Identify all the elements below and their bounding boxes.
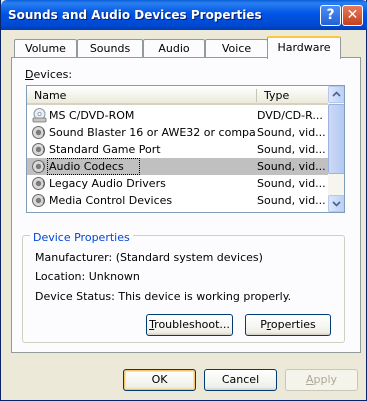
troubleshoot-button[interactable]: Troubleshoot... bbox=[146, 314, 233, 336]
column-header-name[interactable]: Name bbox=[27, 86, 257, 105]
device-name: Legacy Audio Drivers bbox=[49, 177, 166, 190]
device-row[interactable]: MS C/DVD-ROM DVD/CD-R... bbox=[27, 107, 328, 124]
device-name: Media Control Devices bbox=[49, 194, 173, 207]
cancel-button[interactable]: Cancel bbox=[204, 369, 277, 391]
device-status-text: Device Status: This device is working pr… bbox=[35, 290, 292, 303]
device-name: MS C/DVD-ROM bbox=[49, 109, 135, 122]
properties-button[interactable]: Properties bbox=[245, 314, 331, 336]
chevron-up-icon bbox=[332, 91, 341, 97]
tab-sounds[interactable]: Sounds bbox=[77, 39, 143, 58]
scroll-down-button[interactable] bbox=[328, 195, 344, 212]
title-bar[interactable]: Sounds and Audio Devices Properties ? ✕ bbox=[1, 0, 367, 30]
hardware-panel: Devices: Name Type MS C/DVD-ROM DVD/CD-R… bbox=[11, 57, 361, 353]
device-type: Sound, vid... bbox=[257, 143, 326, 156]
tab-strip: Volume Sounds Audio Voice Hardware bbox=[1, 36, 367, 59]
device-type: Sound, vid... bbox=[257, 160, 326, 173]
help-button[interactable]: ? bbox=[320, 5, 341, 26]
window-title: Sounds and Audio Devices Properties bbox=[8, 8, 262, 22]
device-type: Sound, vid... bbox=[257, 126, 326, 139]
devices-list[interactable]: Name Type MS C/DVD-ROM DVD/CD-R... Sound… bbox=[26, 85, 345, 213]
tab-voice[interactable]: Voice bbox=[205, 39, 268, 58]
ok-button[interactable]: OK bbox=[123, 369, 196, 391]
column-header-type[interactable]: Type bbox=[257, 86, 328, 105]
location-text: Location: Unknown bbox=[35, 270, 140, 283]
speaker-icon bbox=[32, 160, 45, 173]
device-row[interactable]: Sound Blaster 16 or AWE32 or compatib...… bbox=[27, 124, 328, 141]
list-header: Name Type bbox=[27, 86, 328, 105]
apply-button[interactable]: Apply bbox=[285, 369, 358, 391]
device-properties-title: Device Properties bbox=[30, 231, 133, 244]
speaker-icon bbox=[32, 194, 45, 207]
chevron-down-icon bbox=[332, 201, 341, 207]
device-type: Sound, vid... bbox=[257, 177, 326, 190]
close-button[interactable]: ✕ bbox=[342, 5, 363, 26]
device-name: Audio Codecs bbox=[49, 160, 124, 173]
tab-volume[interactable]: Volume bbox=[14, 39, 77, 58]
speaker-icon bbox=[32, 143, 45, 156]
device-name: Sound Blaster 16 or AWE32 or compatib... bbox=[49, 126, 255, 139]
manufacturer-text: Manufacturer: (Standard system devices) bbox=[35, 251, 263, 264]
scroll-thumb[interactable] bbox=[328, 104, 344, 174]
properties-dialog: Sounds and Audio Devices Properties ? ✕ … bbox=[0, 0, 367, 401]
vertical-scrollbar[interactable] bbox=[328, 86, 344, 212]
tab-audio[interactable]: Audio bbox=[143, 39, 205, 58]
tab-hardware[interactable]: Hardware bbox=[267, 36, 341, 59]
speaker-icon bbox=[32, 126, 45, 139]
scroll-up-button[interactable] bbox=[328, 86, 344, 103]
device-type: Sound, vid... bbox=[257, 194, 326, 207]
device-row-selected[interactable]: Audio Codecs Sound, vid... bbox=[27, 158, 328, 175]
device-row[interactable]: Standard Game Port Sound, vid... bbox=[27, 141, 328, 158]
devices-label: Devices: bbox=[25, 68, 73, 81]
cd-drive-icon bbox=[32, 108, 47, 123]
device-name: Standard Game Port bbox=[49, 143, 161, 156]
device-type: DVD/CD-R... bbox=[257, 109, 323, 122]
speaker-icon bbox=[32, 177, 45, 190]
device-row[interactable]: Legacy Audio Drivers Sound, vid... bbox=[27, 175, 328, 192]
device-row[interactable]: Media Control Devices Sound, vid... bbox=[27, 192, 328, 209]
